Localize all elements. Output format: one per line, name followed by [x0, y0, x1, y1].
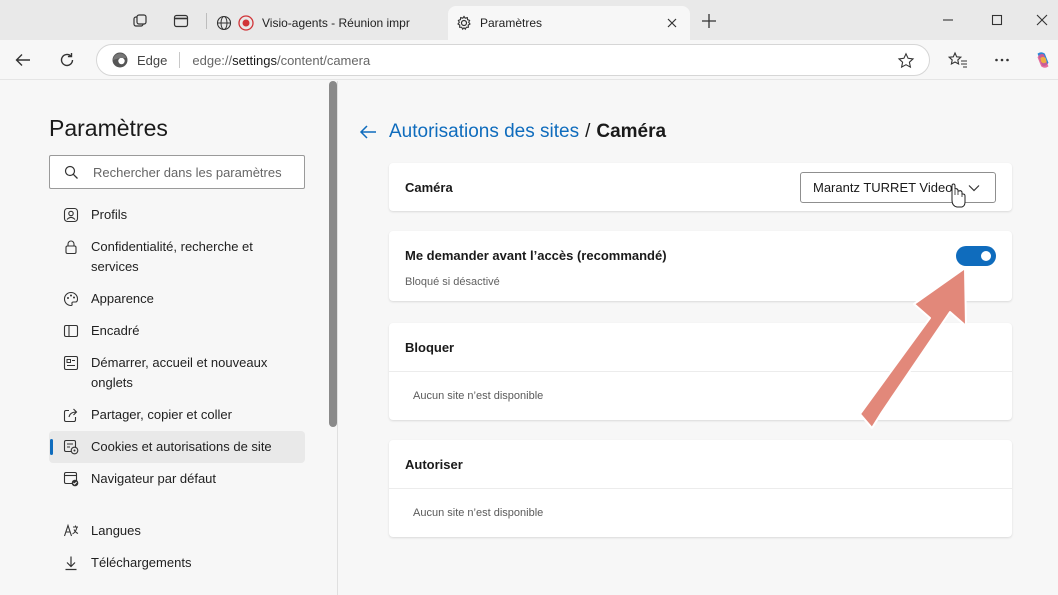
- sidebar-item-label: Profils: [91, 207, 128, 222]
- selected-camera-value: Marantz TURRET Video: [813, 180, 953, 195]
- url-prefix: edge://: [192, 52, 233, 68]
- refresh-icon[interactable]: [57, 50, 77, 70]
- url-path: /content/camera: [276, 52, 371, 68]
- edge-logo-icon: [111, 51, 129, 69]
- cookie-settings-icon: [63, 439, 79, 455]
- sidebar-item-partager[interactable]: Partager, copier et coller: [49, 405, 305, 425]
- camera-label: Caméra: [405, 180, 453, 195]
- sidebar-item-label: Encadré: [91, 323, 140, 338]
- allow-empty-text: Aucun site n’est disponible: [413, 507, 544, 519]
- back-icon[interactable]: [13, 50, 33, 70]
- back-arrow-icon[interactable]: [357, 121, 379, 143]
- sidebar-item-label: Apparence: [91, 291, 154, 306]
- page-title: Paramètres: [49, 115, 168, 141]
- more-options-icon[interactable]: [992, 50, 1012, 70]
- sidebar-item-navigateur-defaut[interactable]: Navigateur par défaut: [49, 469, 305, 489]
- main-content: Autorisations des sites / Caméra Caméra …: [339, 81, 1058, 595]
- navigation-bar: Edge edge://settings/content/camera: [0, 40, 1058, 80]
- workspaces-icon[interactable]: [131, 12, 149, 30]
- search-placeholder: Rechercher dans les paramètres: [93, 164, 282, 180]
- favorites-icon[interactable]: [948, 50, 968, 70]
- divider: [389, 371, 1012, 372]
- sidebar-panel-icon: [63, 323, 79, 339]
- favorite-star-icon[interactable]: [897, 52, 915, 70]
- camera-device-select[interactable]: Marantz TURRET Video: [800, 172, 996, 203]
- site-identity-label: Edge: [137, 52, 168, 68]
- url-host: settings: [232, 52, 277, 68]
- sidebar-item-label: Téléchargements: [91, 555, 192, 570]
- tab-visio-agents[interactable]: Visio-agents - Réunion impr: [210, 6, 446, 40]
- settings-search-input[interactable]: Rechercher dans les paramètres: [49, 155, 305, 189]
- palette-icon: [63, 291, 79, 307]
- ask-before-access-card: Me demander avant l’accès (recommandé) B…: [389, 231, 1012, 301]
- sidebar-item-cookies[interactable]: Cookies et autorisations de site: [49, 431, 305, 463]
- ask-before-access-label: Me demander avant l’accès (recommandé): [405, 248, 667, 263]
- allow-card: Autoriser Aucun site n’est disponible: [389, 440, 1012, 537]
- block-label: Bloquer: [405, 340, 455, 355]
- lock-icon: [63, 239, 79, 255]
- sidebar-item-confidentialite[interactable]: Confidentialité, recherche et services: [49, 237, 279, 277]
- chevron-down-icon: [967, 181, 981, 195]
- sidebar-item-label: Langues: [91, 523, 141, 538]
- sidebar-item-telechargements[interactable]: Téléchargements: [49, 553, 305, 573]
- sidebar-scrollbar[interactable]: [329, 81, 337, 427]
- default-browser-icon: [63, 471, 79, 487]
- maximize-icon[interactable]: [987, 10, 1007, 30]
- search-icon: [63, 164, 79, 180]
- profile-icon: [63, 207, 79, 223]
- tab-title: Paramètres: [480, 16, 543, 30]
- sidebar-item-profils[interactable]: Profils: [49, 205, 305, 225]
- tab-title: Visio-agents - Réunion impr: [262, 16, 410, 30]
- url-text: edge://settings/content/camera: [192, 53, 370, 68]
- gear-icon: [456, 15, 472, 31]
- language-icon: [63, 523, 79, 539]
- sidebar-item-label: Cookies et autorisations de site: [91, 439, 272, 454]
- copilot-icon[interactable]: [1033, 50, 1053, 70]
- sidebar-item-label: Navigateur par défaut: [91, 471, 217, 486]
- camera-card: Caméra Marantz TURRET Video: [389, 163, 1012, 211]
- globe-icon: [216, 15, 232, 31]
- divider: [389, 488, 1012, 489]
- breadcrumb: Autorisations des sites / Caméra: [357, 121, 666, 143]
- toggle-knob: [981, 251, 991, 261]
- address-bar[interactable]: Edge edge://settings/content/camera: [96, 44, 930, 76]
- tab-separator: [206, 13, 207, 29]
- breadcrumb-parent-link[interactable]: Autorisations des sites: [389, 121, 579, 143]
- close-window-icon[interactable]: [1032, 10, 1052, 30]
- recording-dot-icon: [238, 15, 254, 31]
- download-icon: [63, 555, 79, 571]
- sidebar-item-apparence[interactable]: Apparence: [49, 289, 305, 309]
- tab-parametres[interactable]: Paramètres: [448, 6, 690, 40]
- tab-actions-icon[interactable]: [172, 12, 190, 30]
- ask-before-access-toggle[interactable]: [956, 246, 996, 266]
- sidebar-item-langues[interactable]: Langues: [49, 521, 305, 541]
- close-tab-icon[interactable]: [664, 15, 680, 31]
- block-card: Bloquer Aucun site n’est disponible: [389, 323, 1012, 420]
- new-tab-icon[interactable]: [700, 12, 718, 30]
- sidebar-item-label: Démarrer, accueil et nouveaux onglets: [91, 355, 268, 390]
- sidebar-item-label: Partager, copier et coller: [91, 407, 232, 422]
- sidebar-item-label: Confidentialité, recherche et services: [91, 239, 253, 274]
- block-empty-text: Aucun site n’est disponible: [413, 390, 544, 402]
- address-divider: [179, 52, 181, 68]
- ask-before-access-sublabel: Bloqué si désactivé: [405, 276, 500, 288]
- settings-sidebar: Paramètres Rechercher dans les paramètre…: [0, 81, 338, 595]
- sidebar-item-demarrer[interactable]: Démarrer, accueil et nouveaux onglets: [49, 353, 289, 393]
- breadcrumb-separator: /: [585, 121, 591, 142]
- share-icon: [63, 407, 79, 423]
- tab-bar: Visio-agents - Réunion impr Paramètres: [0, 0, 1058, 40]
- minimize-icon[interactable]: [938, 10, 958, 30]
- breadcrumb-current: Caméra: [596, 121, 667, 142]
- home-tabs-icon: [63, 355, 79, 371]
- allow-label: Autoriser: [405, 457, 463, 472]
- sidebar-item-encadre[interactable]: Encadré: [49, 321, 305, 341]
